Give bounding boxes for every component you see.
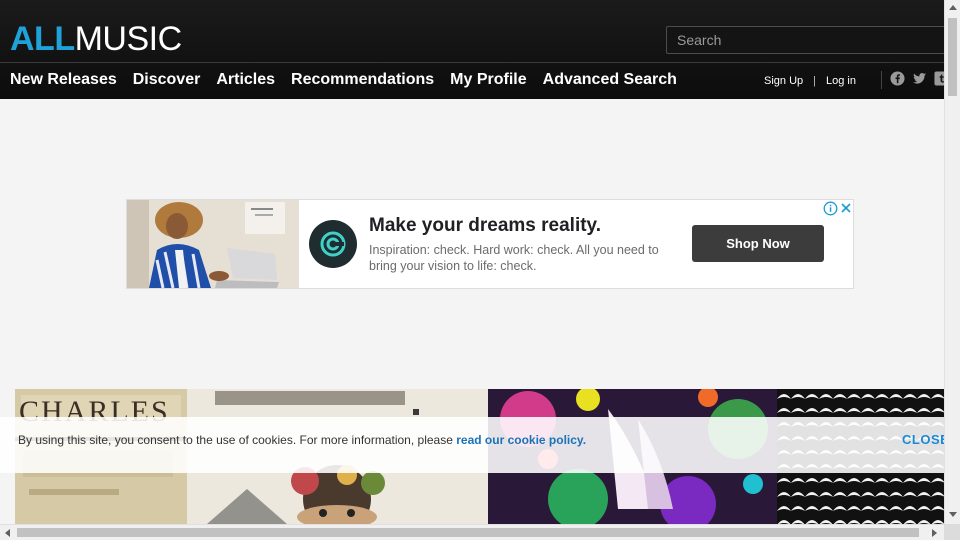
nav-discover[interactable]: Discover — [133, 71, 201, 89]
logo-all: ALL — [10, 20, 75, 58]
cookie-message-text: By using this site, you consent to the u… — [18, 433, 457, 447]
header-divider — [0, 62, 944, 63]
nav-advanced-search[interactable]: Advanced Search — [543, 71, 677, 89]
shop-now-button[interactable]: Shop Now — [692, 225, 824, 262]
nav-my-profile[interactable]: My Profile — [450, 71, 526, 89]
ad-info-icon[interactable] — [823, 201, 838, 216]
ad-brand-logo-icon — [309, 220, 357, 268]
cookie-consent-banner: By using this site, you consent to the u… — [0, 417, 949, 473]
scrollbar-corner — [944, 524, 960, 540]
cookie-close-button[interactable]: CLOSE — [902, 432, 949, 447]
facebook-icon[interactable] — [890, 71, 905, 86]
advertisement-banner[interactable]: Make your dreams reality. Inspiration: c… — [126, 199, 854, 289]
scroll-up-arrow-icon[interactable] — [949, 5, 957, 10]
auth-separator: | — [813, 75, 816, 87]
social-divider — [881, 71, 882, 89]
scroll-down-arrow-icon[interactable] — [949, 512, 957, 517]
main-nav: New Releases Discover Articles Recommend… — [10, 71, 677, 89]
horizontal-scroll-thumb[interactable] — [17, 528, 919, 537]
auth-links: Sign Up | Log in — [764, 75, 856, 87]
nav-articles[interactable]: Articles — [216, 71, 275, 89]
logo-music: MUSIC — [74, 20, 183, 58]
scroll-right-arrow-icon[interactable] — [932, 529, 937, 537]
ad-photo — [127, 200, 299, 288]
log-in-link[interactable]: Log in — [826, 75, 856, 87]
ad-headline: Make your dreams reality. — [369, 215, 601, 236]
sign-up-link[interactable]: Sign Up — [764, 75, 803, 87]
cookie-policy-link[interactable]: read our cookie policy. — [456, 433, 586, 447]
nav-new-releases[interactable]: New Releases — [10, 71, 117, 89]
cookie-message: By using this site, you consent to the u… — [18, 433, 586, 447]
horizontal-scrollbar[interactable] — [0, 524, 944, 540]
social-links — [890, 71, 949, 86]
scroll-left-arrow-icon[interactable] — [5, 529, 10, 537]
site-header: ALLMUSIC New Releases Discover Articles … — [0, 0, 949, 99]
ad-description: Inspiration: check. Hard work: check. Al… — [369, 243, 659, 273]
allmusic-logo[interactable]: ALL MUSIC — [10, 22, 182, 56]
vertical-scrollbar[interactable] — [944, 0, 960, 524]
search-input[interactable] — [666, 26, 946, 54]
ad-close-icon[interactable] — [839, 201, 853, 215]
nav-recommendations[interactable]: Recommendations — [291, 71, 434, 89]
vertical-scroll-thumb[interactable] — [948, 18, 957, 96]
twitter-icon[interactable] — [912, 71, 927, 86]
